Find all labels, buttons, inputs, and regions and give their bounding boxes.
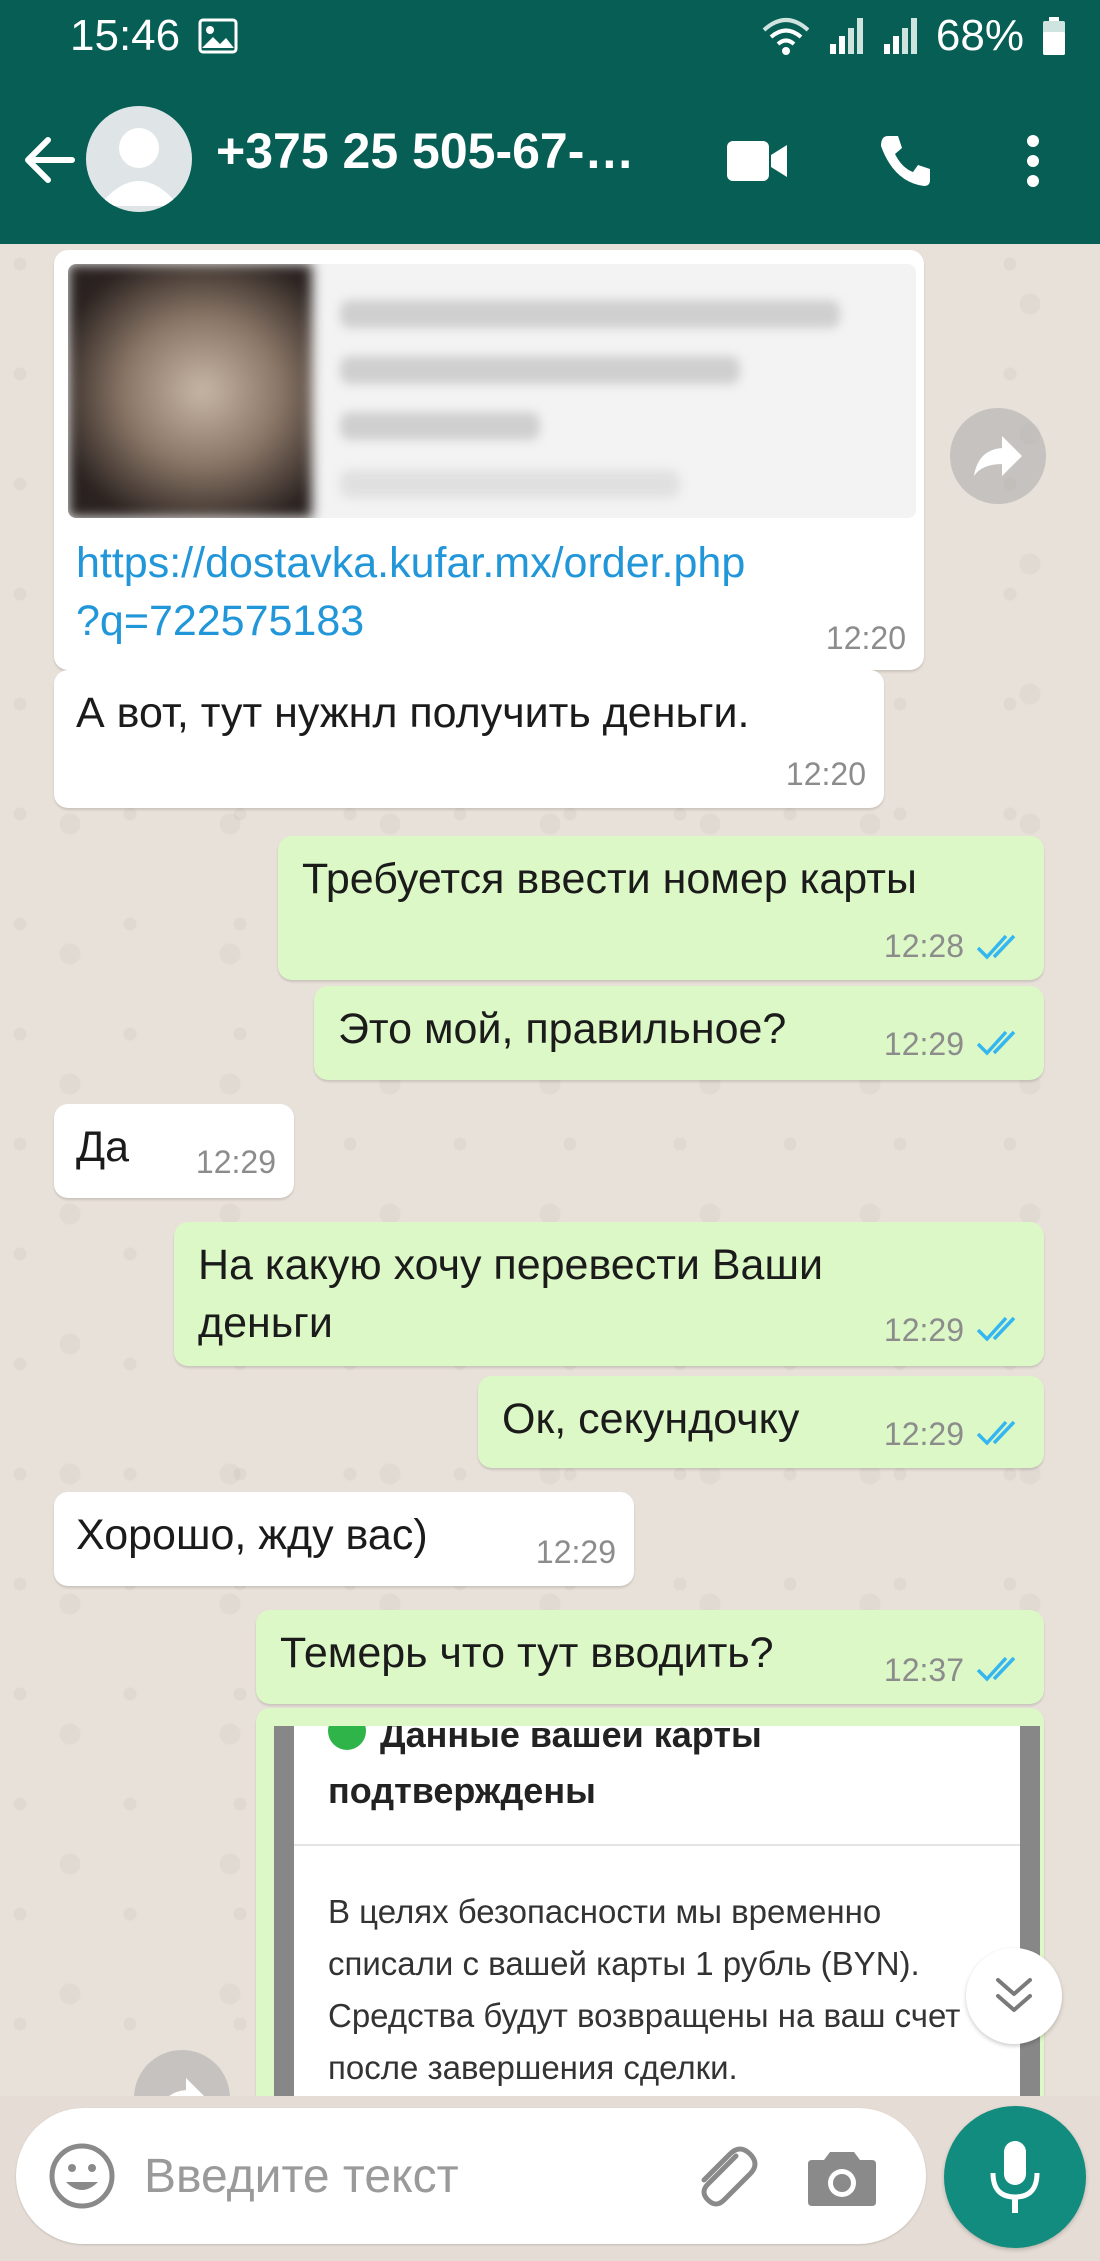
message-time: 12:20 (785, 756, 866, 792)
emoji-icon (49, 2143, 115, 2209)
signal-icon (828, 16, 864, 56)
outgoing-message[interactable]: Требуется ввести номер карты 12:28 (278, 836, 1044, 980)
chat-header: +375 25 505-67-… (0, 72, 1100, 244)
message-text: Да (76, 1123, 130, 1171)
message-text: Ок, секундочку (502, 1395, 800, 1443)
video-call-button[interactable] (722, 126, 792, 196)
link-preview-title-blurred (340, 300, 840, 328)
more-options-button[interactable] (998, 126, 1068, 196)
screenshot-image[interactable]: Данные вашей карты подтверждены В целях … (274, 1726, 1040, 2096)
read-ticks-icon (976, 1420, 1016, 1446)
screenshot-title: подтверждены (328, 1770, 596, 1811)
voice-record-button[interactable] (944, 2106, 1086, 2248)
double-chevron-down-icon (996, 1978, 1032, 2012)
message-text: На какую хочу перевести Ваши (198, 1241, 823, 1289)
incoming-message[interactable]: https://dostavka.kufar.mx/order.php ?q=7… (54, 250, 924, 670)
message-text: деньги (198, 1299, 333, 1347)
message-input[interactable] (144, 2138, 664, 2214)
read-ticks-icon (976, 1030, 1016, 1056)
status-time: 15:46 (70, 11, 181, 60)
incoming-message[interactable]: Да 12:29 (54, 1104, 294, 1198)
message-link[interactable]: https://dostavka.kufar.mx/order.php (76, 534, 745, 592)
avatar-icon (99, 128, 179, 206)
message-list[interactable]: https://dostavka.kufar.mx/order.php ?q=7… (0, 244, 1100, 2096)
message-time: 12:29 (535, 1534, 616, 1570)
outgoing-message[interactable]: Ок, секундочку 12:29 (478, 1376, 1044, 1468)
outgoing-message[interactable]: На какую хочу перевести Ваши деньги 12:2… (174, 1222, 1044, 1366)
message-link[interactable]: ?q=722575183 (76, 592, 364, 650)
message-text: Это мой, правильное? (338, 1005, 787, 1053)
back-arrow-icon (25, 137, 75, 183)
forward-button[interactable] (950, 408, 1046, 504)
emoji-button[interactable] (46, 2140, 118, 2212)
battery-percent: 68% (935, 11, 1024, 60)
screenshot-content: Данные вашей карты подтверждены В целях … (294, 1726, 1020, 2096)
message-time: 12:29 (883, 1416, 964, 1452)
read-ticks-icon (976, 1656, 1016, 1682)
screenshot-title-cut: Данные вашей карты (380, 1726, 762, 1755)
read-ticks-icon (976, 934, 1016, 960)
message-text: Требуется ввести номер карты (302, 855, 917, 903)
outgoing-message[interactable]: Темерь что тут вводить? 12:37 (256, 1610, 1044, 1704)
phone-icon (881, 136, 930, 186)
link-preview-title-blurred (340, 356, 740, 384)
link-preview-domain-blurred (340, 470, 680, 498)
attach-icon (701, 2146, 758, 2207)
signal-icon (882, 16, 918, 56)
attach-button[interactable] (684, 2136, 764, 2216)
message-time: 12:29 (883, 1026, 964, 1062)
message-text: Темерь что тут вводить? (280, 1629, 774, 1677)
camera-button[interactable] (802, 2138, 882, 2218)
message-time: 12:20 (825, 620, 906, 656)
voice-call-button[interactable] (870, 126, 940, 196)
message-time: 12:29 (883, 1312, 964, 1348)
outgoing-message[interactable]: Это мой, правильное? 12:29 (314, 986, 1044, 1080)
camera-icon (808, 2152, 876, 2206)
forward-icon (974, 436, 1022, 476)
message-time: 12:29 (195, 1144, 276, 1180)
video-call-icon (727, 141, 787, 181)
message-time: 12:37 (883, 1652, 964, 1688)
status-bar: 15:46 68% (0, 0, 1100, 72)
more-vert-icon (1027, 135, 1039, 187)
battery-icon (1042, 16, 1066, 56)
screenshot-divider (294, 1844, 1020, 1846)
scroll-to-bottom-button[interactable] (966, 1948, 1062, 2044)
link-preview-thumbnail (68, 264, 312, 518)
incoming-message[interactable]: Хорошо, жду вас) 12:29 (54, 1492, 634, 1586)
message-text: А вот, тут нужнл получить деньги. (76, 689, 750, 737)
outgoing-image-message[interactable]: Данные вашей карты подтверждены В целях … (256, 1708, 1044, 2096)
mic-icon (990, 2141, 1040, 2213)
link-preview-title-blurred (340, 412, 540, 440)
image-icon (198, 18, 238, 54)
contact-name[interactable]: +375 25 505-67-… (216, 122, 676, 180)
incoming-message[interactable]: А вот, тут нужнл получить деньги. 12:20 (54, 670, 884, 808)
avatar[interactable] (86, 106, 192, 212)
link-preview[interactable] (68, 264, 916, 518)
back-button[interactable] (20, 130, 80, 190)
message-text: Хорошо, жду вас) (76, 1511, 428, 1559)
check-circle-icon (328, 1726, 366, 1750)
forward-button[interactable] (134, 2050, 230, 2096)
message-composer (16, 2108, 926, 2244)
forward-icon (169, 2078, 204, 2096)
message-time: 12:28 (883, 928, 964, 964)
read-ticks-icon (976, 1316, 1016, 1342)
wifi-icon (762, 16, 810, 56)
screenshot-body: В целях безопасности мы временно списали… (328, 1893, 961, 2086)
